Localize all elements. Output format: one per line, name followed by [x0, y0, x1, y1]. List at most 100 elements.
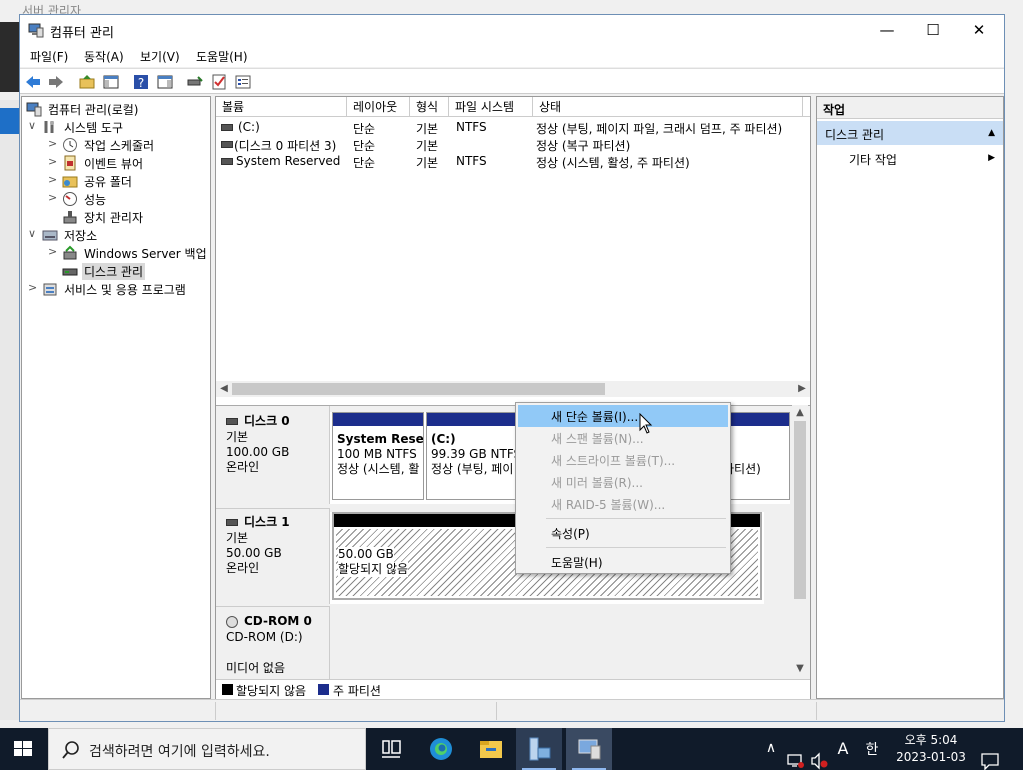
event-viewer-icon — [64, 155, 76, 171]
partition-system-reserved[interactable]: System Reser 100 MB NTFS 정상 (시스템, 활 — [332, 412, 424, 500]
column-file-system[interactable]: 파일 시스템 — [449, 97, 533, 117]
horizontal-scrollbar[interactable]: ◀ ▶ — [216, 381, 810, 397]
network-icon[interactable] — [786, 740, 806, 770]
unallocated-size: 50.00 GB — [338, 547, 394, 562]
cd-icon — [226, 615, 238, 628]
tree-item-label: 컴퓨터 관리(로컬) — [48, 103, 139, 117]
help-icon[interactable]: ? — [132, 73, 150, 91]
tree-item-label: 작업 스케줄러 — [84, 139, 155, 153]
scroll-right-icon[interactable]: ▶ — [794, 381, 810, 397]
collapse-chevron-icon[interactable]: ∨ — [28, 227, 40, 240]
disk-management-icon — [62, 268, 78, 276]
column-volume[interactable]: 볼륨 — [216, 97, 347, 117]
show-hide-action-pane-icon[interactable] — [156, 73, 174, 91]
disk-0-label[interactable]: 디스크 0 기본 100.00 GB 온라인 — [216, 406, 330, 504]
server-manager-button[interactable] — [516, 728, 562, 770]
status-divider — [215, 702, 216, 720]
disk-management-pane: 볼륨 레이아웃 형식 파일 시스템 상태 (C:) 단순 기본 NTFS 정상 … — [215, 96, 811, 699]
tree-item-label: 공유 폴더 — [84, 175, 132, 189]
disk-1-label[interactable]: 디스크 1 기본 50.00 GB 온라인 — [216, 508, 330, 604]
edge-icon — [430, 738, 452, 760]
cdrom-media: 미디어 없음 — [226, 661, 286, 675]
close-button[interactable]: ✕ — [956, 15, 1002, 45]
maximize-button[interactable]: ☐ — [910, 15, 956, 45]
task-view-button[interactable] — [368, 728, 414, 770]
title-bar[interactable]: 컴퓨터 관리 — ☐ ✕ — [20, 15, 1004, 45]
scrollbar-thumb[interactable] — [794, 421, 806, 599]
expand-chevron-icon[interactable]: > — [48, 173, 60, 186]
menu-item-new-simple-volume[interactable]: 새 단순 볼륨(I)... — [518, 405, 728, 427]
column-type[interactable]: 형식 — [410, 97, 449, 117]
tools-icon — [44, 121, 54, 133]
action-more-actions[interactable]: 기타 작업 ▶ — [817, 147, 1003, 169]
scrollbar-thumb[interactable] — [232, 383, 605, 395]
partition-size: 100 MB NTFS — [337, 447, 417, 461]
scroll-left-icon[interactable]: ◀ — [216, 381, 232, 397]
menu-item-help[interactable]: 도움말(H) — [518, 551, 728, 573]
minimize-button[interactable]: — — [864, 15, 910, 45]
volume-row[interactable]: (디스크 0 파티션 3) 단순 기본 정상 (복구 파티션) — [216, 136, 810, 153]
actions-group-label: 디스크 관리 — [825, 128, 885, 142]
volume-status: 정상 (부팅, 페이지 파일, 크래시 덤프, 주 파티션) — [536, 122, 783, 136]
menu-item-new-striped-volume[interactable]: 새 스트라이프 볼륨(T)... — [518, 449, 728, 471]
taskbar: 검색하려면 여기에 입력하세요. ∧ A 한 오후 5:04 2023-01-0… — [0, 728, 1023, 770]
expand-chevron-icon[interactable]: > — [48, 155, 60, 168]
volume-row[interactable]: (C:) 단순 기본 NTFS 정상 (부팅, 페이지 파일, 크래시 덤프, … — [216, 119, 810, 136]
expand-chevron-icon[interactable]: > — [28, 281, 40, 294]
scroll-up-icon[interactable]: ▲ — [792, 405, 808, 421]
menu-item-new-spanned-volume[interactable]: 새 스팬 볼륨(N)... — [518, 427, 728, 449]
expand-chevron-icon[interactable]: > — [48, 137, 60, 150]
cdrom-drive: CD-ROM (D:) — [226, 630, 303, 644]
expand-chevron-icon[interactable]: > — [48, 245, 60, 258]
notification-icon[interactable] — [980, 740, 1000, 770]
console-tree: 컴퓨터 관리(로컬) ∨ 시스템 도구 > 작업 스케줄러 > 이벤트 뷰어 >… — [21, 96, 211, 699]
column-layout[interactable]: 레이아웃 — [347, 97, 410, 117]
taskbar-search-box[interactable]: 검색하려면 여기에 입력하세요. — [48, 728, 366, 770]
context-menu: 새 단순 볼륨(I)... 새 스팬 볼륨(N)... 새 스트라이프 볼륨(T… — [515, 402, 731, 574]
cdrom-0-label[interactable]: CD-ROM 0 CD-ROM (D:) 미디어 없음 — [216, 606, 330, 679]
clock[interactable]: 오후 5:04 2023-01-03 — [890, 732, 972, 766]
menu-item-properties[interactable]: 속성(P) — [518, 522, 728, 544]
start-windows-icon[interactable] — [0, 728, 46, 770]
forward-arrow-icon[interactable] — [47, 73, 65, 91]
tree-item-label: 디스크 관리 — [82, 263, 146, 280]
ime-language-indicator[interactable]: 한 — [862, 739, 882, 770]
menu-action[interactable]: 동작(A) — [84, 48, 124, 65]
ime-mode-indicator[interactable]: A — [834, 739, 852, 770]
disk-icon — [226, 418, 238, 425]
scroll-down-icon[interactable]: ▼ — [792, 661, 808, 677]
menu-view[interactable]: 보기(V) — [140, 48, 180, 65]
collapse-triangle-icon[interactable]: ▲ — [988, 128, 995, 138]
performance-icon — [63, 192, 77, 206]
expand-chevron-icon[interactable]: > — [48, 191, 60, 204]
status-divider — [496, 702, 497, 720]
vertical-scrollbar[interactable]: ▲ ▼ — [792, 405, 808, 679]
show-hide-tree-icon[interactable] — [102, 73, 120, 91]
menu-item-new-raid5-volume[interactable]: 새 RAID-5 볼륨(W)... — [518, 493, 728, 515]
svg-text:?: ? — [138, 76, 144, 90]
properties-icon[interactable] — [234, 73, 252, 91]
partition-c[interactable]: (C:) 99.39 GB NTFS 정상 (부팅, 페이 — [426, 412, 520, 500]
connect-virtual-disk-icon[interactable] — [186, 73, 204, 91]
volume-layout: 단순 — [353, 156, 376, 170]
volume-muted-icon[interactable] — [810, 740, 830, 770]
volume-name: (C:) — [238, 120, 260, 134]
show-hidden-icons-button[interactable]: ∧ — [762, 740, 780, 770]
menu-item-new-mirrored-volume[interactable]: 새 미러 볼륨(R)... — [518, 471, 728, 493]
checklist-icon[interactable] — [210, 73, 228, 91]
status-divider — [816, 702, 817, 720]
back-arrow-icon[interactable] — [24, 73, 42, 91]
menu-help[interactable]: 도움말(H) — [196, 48, 248, 65]
unallocated-label: 할당되지 않음 — [338, 562, 409, 577]
volume-row[interactable]: System Reserved 단순 기본 NTFS 정상 (시스템, 활성, … — [216, 153, 810, 170]
column-status[interactable]: 상태 — [533, 97, 803, 117]
actions-group-disk-management[interactable]: 디스크 관리 ▲ — [817, 121, 1003, 145]
partition-name: (C:) — [431, 432, 456, 446]
computer-management-taskbar-button[interactable] — [566, 728, 612, 770]
legend-label-unallocated: 할당되지 않음 — [236, 684, 307, 698]
edge-button[interactable] — [418, 728, 464, 770]
menu-file[interactable]: 파일(F) — [30, 48, 68, 65]
collapse-chevron-icon[interactable]: ∨ — [28, 119, 40, 132]
up-folder-icon[interactable] — [78, 73, 96, 91]
file-explorer-button[interactable] — [468, 728, 514, 770]
